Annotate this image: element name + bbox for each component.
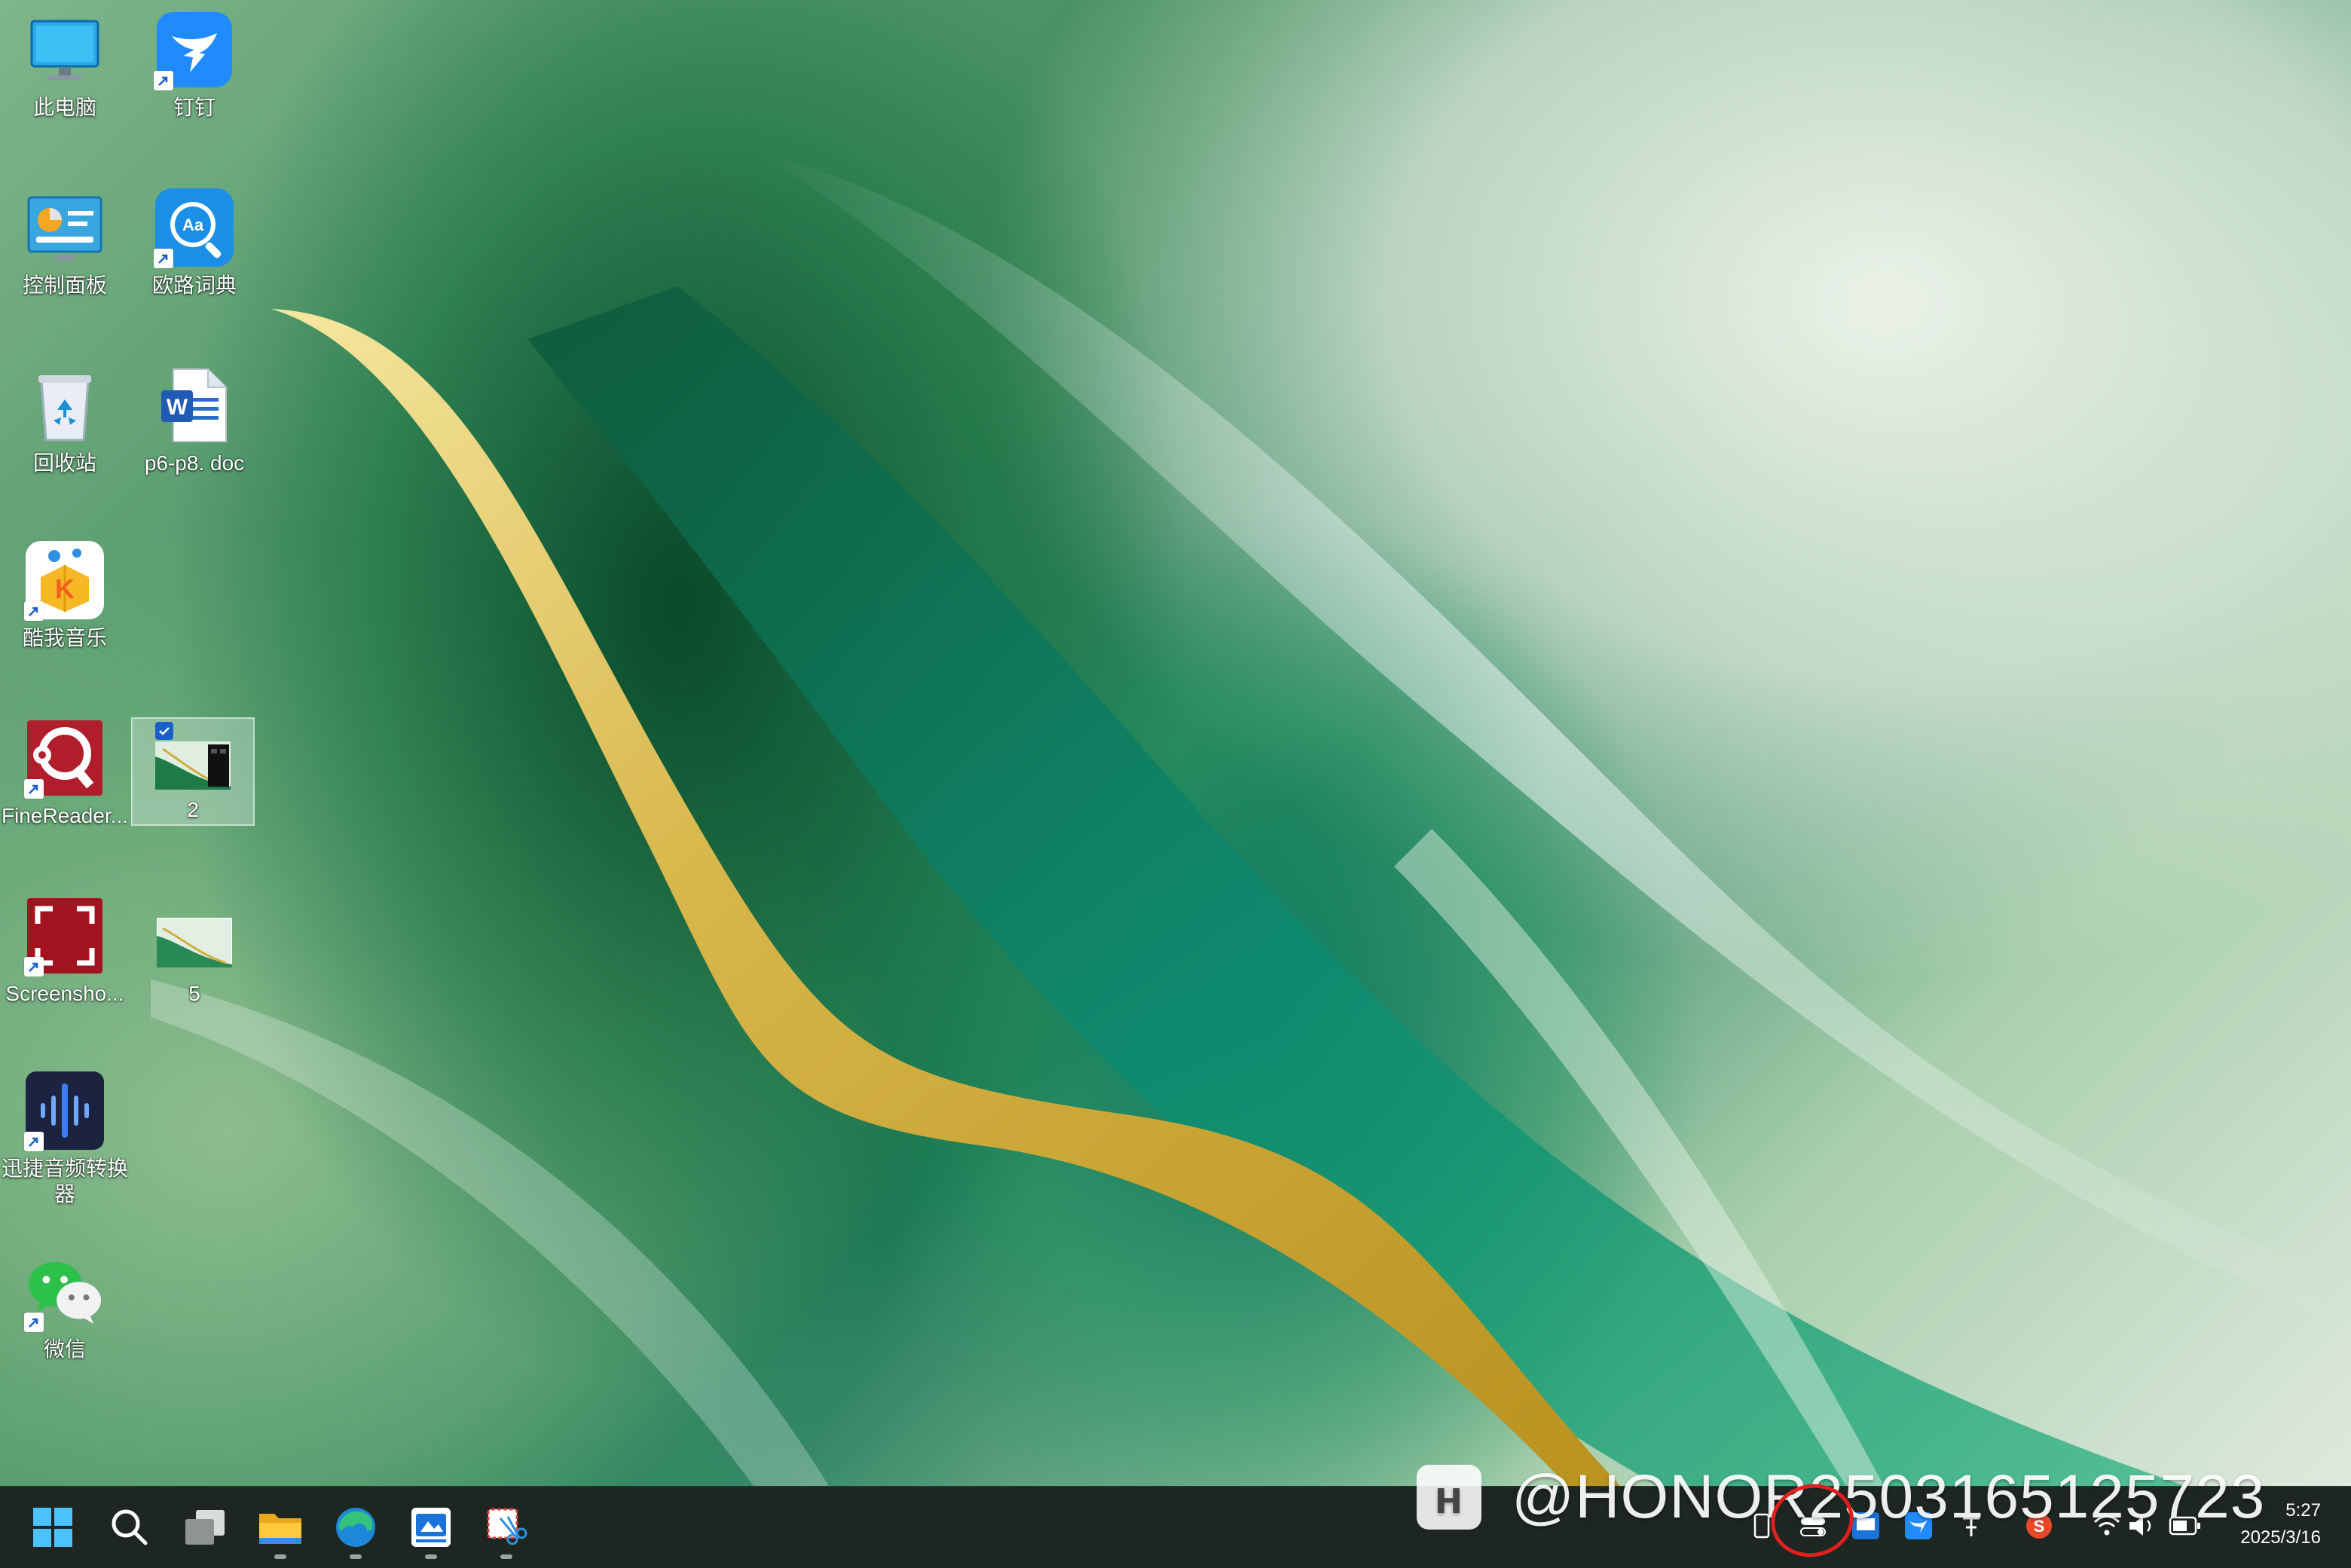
- desktop-icon-doc-file[interactable]: W p6-p8. doc: [133, 365, 256, 476]
- icon-label: Screensho...: [5, 982, 124, 1005]
- desktop-icon-dingtalk[interactable]: 钉钉: [133, 9, 256, 121]
- wallpaper: [151, 151, 2351, 1486]
- audio-wave-icon: [24, 1070, 105, 1151]
- desktop-icon-kuwo-music[interactable]: K 酷我音乐: [3, 539, 127, 651]
- svg-text:K: K: [55, 573, 75, 604]
- running-indicator: [274, 1554, 286, 1559]
- file-explorer-button[interactable]: [252, 1499, 309, 1559]
- icon-label: 酷我音乐: [22, 626, 107, 650]
- image-thumbnail-icon: [152, 738, 234, 793]
- shortcut-arrow-icon: [154, 71, 173, 90]
- desktop[interactable]: 此电脑 控制面板 回收站 K 酷我音乐 FineReader... Screen…: [0, 0, 2351, 1486]
- shortcut-arrow-icon: [24, 779, 44, 799]
- running-indicator: [500, 1554, 512, 1559]
- wifi-icon[interactable]: [2090, 1508, 2123, 1544]
- app-icon: [411, 1508, 451, 1547]
- monitor-icon: [24, 9, 105, 90]
- icon-label: p6-p8. doc: [144, 451, 245, 475]
- snipping-tool-button[interactable]: [478, 1499, 535, 1559]
- task-view-icon: [185, 1510, 225, 1545]
- tray-network-pin-icon[interactable]: [1955, 1508, 1988, 1544]
- tray-dingtalk-icon[interactable]: [1902, 1508, 1935, 1544]
- desktop-icon-control-panel[interactable]: 控制面板: [3, 187, 127, 298]
- windows-start-icon: [33, 1508, 72, 1547]
- svg-text:S: S: [2034, 1517, 2045, 1536]
- snipping-tool-icon: [487, 1508, 527, 1545]
- tray-app-icon[interactable]: [1849, 1508, 1882, 1544]
- dingtalk-icon: [154, 9, 235, 90]
- desktop-icon-recycle-bin[interactable]: 回收站: [3, 365, 127, 476]
- desktop-icon-eudic[interactable]: Aa 欧路词典: [133, 187, 256, 298]
- icon-label: 2: [187, 798, 199, 821]
- clock-time: 5:27: [2285, 1500, 2321, 1521]
- shortcut-arrow-icon: [24, 1313, 44, 1332]
- screenshot-icon: [24, 895, 105, 977]
- edge-button[interactable]: [327, 1499, 384, 1559]
- icon-label: 微信: [43, 1337, 86, 1361]
- icon-label: 此电脑: [32, 96, 96, 119]
- wechat-icon: [24, 1251, 105, 1332]
- tray-sogou-icon[interactable]: S: [2022, 1508, 2056, 1544]
- icon-label: 欧路词典: [151, 274, 237, 297]
- shortcut-arrow-icon: [24, 1132, 44, 1151]
- dictionary-icon: Aa: [154, 187, 235, 268]
- image-thumbnail-icon: [154, 909, 235, 977]
- clock[interactable]: 5:27 2025/3/16: [2240, 1497, 2321, 1551]
- desktop-icon-finereader[interactable]: FineReader...: [1, 717, 129, 829]
- edge-browser-icon: [336, 1508, 375, 1547]
- desktop-icon-audio-converter[interactable]: 迅捷音频转换器: [1, 1070, 128, 1207]
- folder-icon: [259, 1514, 301, 1544]
- desktop-icon-image-2[interactable]: 2: [131, 717, 255, 826]
- volume-icon[interactable]: [2125, 1508, 2158, 1544]
- running-indicator: [350, 1554, 362, 1559]
- search-icon: [112, 1509, 148, 1545]
- taskbar: S 5:27 2025/3/16: [0, 1486, 2351, 1568]
- finereader-icon: [24, 717, 105, 799]
- svg-text:Aa: Aa: [182, 215, 204, 234]
- search-button[interactable]: [101, 1499, 158, 1556]
- shortcut-arrow-icon: [24, 957, 44, 977]
- word-doc-icon: W: [154, 365, 235, 446]
- shortcut-arrow-icon: [24, 601, 44, 621]
- desktop-icon-screenshot-tool[interactable]: Screensho...: [3, 895, 127, 1007]
- desktop-icon-image-5[interactable]: 5: [133, 895, 256, 1007]
- icon-label: FineReader...: [1, 804, 129, 827]
- svg-text:W: W: [167, 395, 188, 420]
- task-view-button[interactable]: [176, 1499, 234, 1556]
- battery-icon[interactable]: [2169, 1508, 2202, 1544]
- desktop-icon-wechat[interactable]: 微信: [3, 1251, 127, 1362]
- icon-label: 钉钉: [173, 96, 216, 119]
- app-blue-button[interactable]: [402, 1499, 460, 1559]
- desktop-icon-this-pc[interactable]: 此电脑: [3, 9, 127, 121]
- icon-label: 迅捷音频转换器: [1, 1157, 128, 1206]
- shortcut-arrow-icon: [154, 249, 173, 268]
- start-button[interactable]: [24, 1499, 81, 1556]
- music-icon: K: [24, 539, 105, 621]
- icon-label: 回收站: [32, 451, 96, 475]
- icon-label: 控制面板: [22, 274, 107, 297]
- clock-date: 2025/3/16: [2240, 1527, 2321, 1548]
- running-indicator: [425, 1554, 437, 1559]
- icon-label: 5: [188, 982, 200, 1005]
- control-panel-icon: [24, 187, 105, 268]
- recycle-bin-icon: [24, 365, 105, 446]
- checkbox-checked-icon[interactable]: [155, 722, 173, 740]
